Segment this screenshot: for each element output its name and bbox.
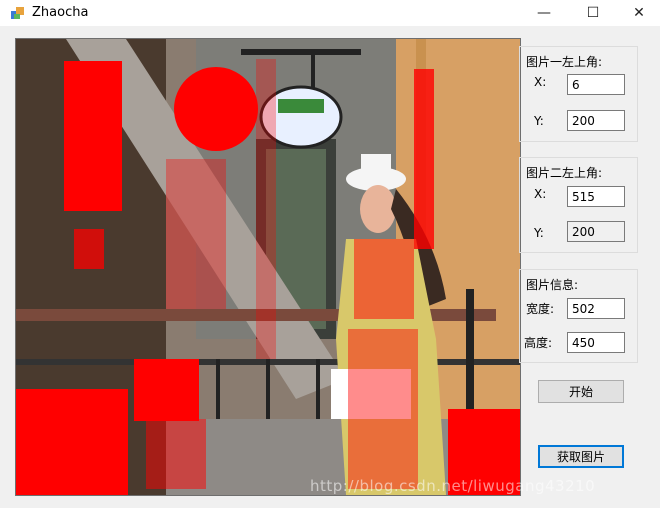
image2-group-title: 图片二左上角: xyxy=(526,166,603,180)
minimize-button[interactable]: — xyxy=(521,0,567,26)
get-image-button[interactable]: 获取图片 xyxy=(538,445,624,468)
photo-image xyxy=(16,39,520,495)
image1-x-label: X: xyxy=(534,75,547,89)
app-icon xyxy=(11,7,24,19)
image2-x-label: X: xyxy=(534,187,547,201)
image1-x-input[interactable] xyxy=(567,74,625,95)
height-label: 高度: xyxy=(524,336,553,350)
width-label: 宽度: xyxy=(526,302,555,316)
width-input[interactable] xyxy=(567,298,625,319)
maximize-button[interactable]: ☐ xyxy=(570,0,616,26)
image2-y-input[interactable] xyxy=(567,221,625,242)
picture-box[interactable] xyxy=(15,38,521,496)
image2-y-label: Y: xyxy=(534,226,544,240)
image-info-group-title: 图片信息: xyxy=(526,278,579,292)
start-button[interactable]: 开始 xyxy=(538,380,624,403)
image2-x-input[interactable] xyxy=(567,186,625,207)
window-title: Zhaocha xyxy=(32,5,89,20)
height-input[interactable] xyxy=(567,332,625,353)
image1-y-label: Y: xyxy=(534,114,544,128)
close-button[interactable]: ✕ xyxy=(616,0,660,26)
image1-topleft-group: 图片一左上角: X: Y: xyxy=(519,46,638,142)
image2-topleft-group: 图片二左上角: X: Y: xyxy=(519,157,638,253)
image1-group-title: 图片一左上角: xyxy=(526,55,603,69)
title-bar: Zhaocha — ☐ ✕ xyxy=(0,0,660,26)
image-info-group: 图片信息: 宽度: 高度: xyxy=(519,269,638,363)
watermark-text: http://blog.csdn.net/liwugang43210 xyxy=(310,477,596,495)
image1-y-input[interactable] xyxy=(567,110,625,131)
